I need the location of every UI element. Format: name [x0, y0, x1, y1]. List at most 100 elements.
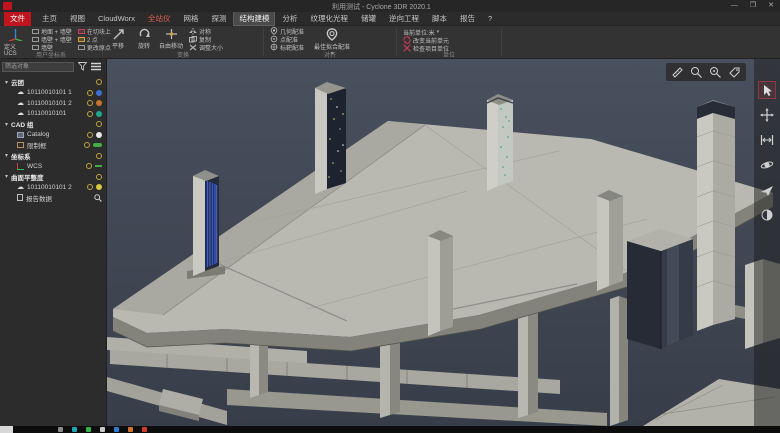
windows-taskbar	[0, 426, 780, 433]
restore-button[interactable]: ❐	[750, 1, 756, 11]
tab-script[interactable]: 脚本	[426, 11, 453, 26]
application-window: 利用测试 - Cyclone 3DR 2020.1 — ❐ ✕ 文件 主页 视图…	[0, 0, 780, 433]
ribbon-group-transform: 平移 旋转 自由移动 对称	[103, 26, 263, 59]
object-tree: ▾ 云团 ☁ 10110010101 1 ☁ 10110010101 2 ☁ 1…	[0, 75, 106, 203]
tree-item-catalog[interactable]: Catalog	[0, 130, 106, 141]
change-unit-icon	[403, 36, 411, 44]
tree-group-clouds[interactable]: ▾ 云团	[0, 77, 106, 88]
toggle-on-icon[interactable]	[93, 143, 102, 147]
tab-texturing[interactable]: 纹理化光程	[304, 11, 354, 26]
expand-caret-icon[interactable]: ▾	[5, 79, 8, 86]
panel-menu-button[interactable]	[90, 61, 102, 72]
geometric-registration-icon	[270, 27, 278, 35]
tree-group-cad[interactable]: ▾ CAD 组	[0, 119, 106, 130]
axes-icon	[17, 163, 24, 170]
navigation-toolbar	[754, 59, 780, 426]
visibility-eye-icon[interactable]	[96, 153, 102, 159]
tag-tool-button[interactable]	[727, 65, 742, 80]
taskbar-app-icon[interactable]	[128, 427, 133, 432]
close-button[interactable]: ✕	[768, 1, 774, 11]
limit-box-icon	[17, 142, 24, 148]
rotate-arrows-icon	[138, 28, 151, 40]
visibility-eye-icon[interactable]	[87, 132, 93, 138]
taskbar-app-icon[interactable]	[72, 427, 77, 432]
color-swatch[interactable]	[96, 100, 102, 106]
tab-probe[interactable]: 探测	[205, 11, 232, 26]
annotate-alt-tool-button[interactable]	[708, 65, 723, 80]
tab-file[interactable]: 文件	[4, 11, 31, 26]
tree-item-flatness-cloud[interactable]: ☁ 10110010101 2	[0, 182, 106, 193]
color-swatch[interactable]	[96, 184, 102, 190]
visibility-eye-icon[interactable]	[96, 121, 102, 127]
mirror-icon	[189, 28, 197, 35]
tree-item-report-data[interactable]: 报告数据	[0, 193, 106, 204]
tab-structural-modeling[interactable]: 结构建模	[233, 11, 275, 26]
render-mode-button[interactable]	[758, 206, 776, 224]
taskbar-app-icon[interactable]	[86, 427, 91, 432]
orbit-tool-button[interactable]	[758, 156, 776, 174]
color-swatch[interactable]	[96, 111, 102, 117]
shading-sphere-icon	[760, 208, 774, 222]
visibility-eye-icon[interactable]	[84, 142, 90, 148]
tree-item-cloud-2[interactable]: ☁ 10110010101 2	[0, 98, 106, 109]
tab-reverse-engineering[interactable]: 逆向工程	[383, 11, 425, 26]
measure-distance-button[interactable]	[758, 131, 776, 149]
filter-funnel-button[interactable]	[76, 61, 88, 72]
annotate-tool-button[interactable]	[689, 65, 704, 80]
taskbar-app-icon[interactable]	[114, 427, 119, 432]
tab-home[interactable]: 主页	[36, 11, 63, 26]
viewport-3d[interactable]	[107, 59, 780, 426]
tree-group-coordinate-systems[interactable]: ▾ 坐标系	[0, 151, 106, 162]
taskbar-app-icon[interactable]	[142, 427, 147, 432]
visibility-eye-icon[interactable]	[87, 111, 93, 117]
visibility-eye-icon[interactable]	[96, 79, 102, 85]
visibility-eye-icon[interactable]	[87, 100, 93, 106]
tab-cloudworx[interactable]: CloudWorx	[92, 12, 141, 25]
tree-item-limit-box[interactable]: 限制框	[0, 140, 106, 151]
color-swatch[interactable]	[96, 132, 102, 138]
select-tool-button[interactable]	[758, 81, 776, 99]
column-mid-right	[597, 190, 623, 291]
tree-item-cloud-1[interactable]: ☁ 10110010101 1	[0, 88, 106, 99]
group-label-ucs: 用户坐标系	[0, 50, 102, 59]
tree-item-wcs[interactable]: WCS	[0, 161, 106, 172]
color-swatch[interactable]	[96, 90, 102, 96]
tab-total-station[interactable]: 全站仪	[142, 11, 177, 26]
expand-caret-icon[interactable]: ▾	[5, 173, 8, 180]
taskbar-start-button[interactable]	[0, 426, 13, 433]
minimize-button[interactable]: —	[731, 1, 738, 11]
wall-icon	[32, 45, 39, 50]
tab-help[interactable]: ?	[482, 12, 498, 25]
taskbar-app-icon[interactable]	[58, 427, 63, 432]
app-logo-icon	[3, 2, 12, 10]
tree-item-cloud-3[interactable]: ☁ 10110010101	[0, 109, 106, 120]
visibility-eye-icon[interactable]	[87, 184, 93, 190]
filter-input[interactable]	[2, 62, 74, 72]
annotate-circle-icon	[690, 66, 703, 79]
magnifier-icon[interactable]	[94, 194, 102, 202]
rotate-button[interactable]: 旋转	[131, 27, 157, 51]
tag-icon	[728, 66, 741, 79]
visibility-eye-icon[interactable]	[86, 163, 92, 169]
tab-analysis[interactable]: 分析	[276, 11, 303, 26]
tree-group-surface-flatness[interactable]: ▾ 曲面平整度	[0, 172, 106, 183]
expand-caret-icon[interactable]: ▾	[5, 121, 8, 128]
expand-caret-icon[interactable]: ▾	[5, 152, 8, 159]
ribbon-group-align: 几何配准 点配准 标靶配准 最佳拟合配准 ▾ 对齐	[264, 26, 396, 59]
cloud-icon: ☁	[17, 110, 24, 117]
ruler-tool-button[interactable]	[670, 65, 685, 80]
taskbar-app-icon[interactable]	[100, 427, 105, 432]
visibility-eye-icon[interactable]	[96, 174, 102, 180]
pan-tool-button[interactable]	[758, 106, 776, 124]
tab-tank[interactable]: 储罐	[355, 11, 382, 26]
ground-wall-icon	[32, 29, 39, 34]
fly-tool-button[interactable]	[758, 181, 776, 199]
tab-report[interactable]: 报告	[454, 11, 481, 26]
axis-triad-icon	[8, 28, 23, 41]
visibility-eye-icon[interactable]	[87, 90, 93, 96]
ribbon: 定义 UCS 地面 + 墙壁 墙壁 + 墙壁 墙壁 在切块上 2 点 更改原点 …	[0, 26, 780, 59]
tab-view[interactable]: 视图	[64, 11, 91, 26]
free-move-button[interactable]: 自由移动	[157, 27, 185, 51]
translate-button[interactable]: 平移	[105, 27, 131, 51]
tab-mesh[interactable]: 网格	[177, 11, 204, 26]
